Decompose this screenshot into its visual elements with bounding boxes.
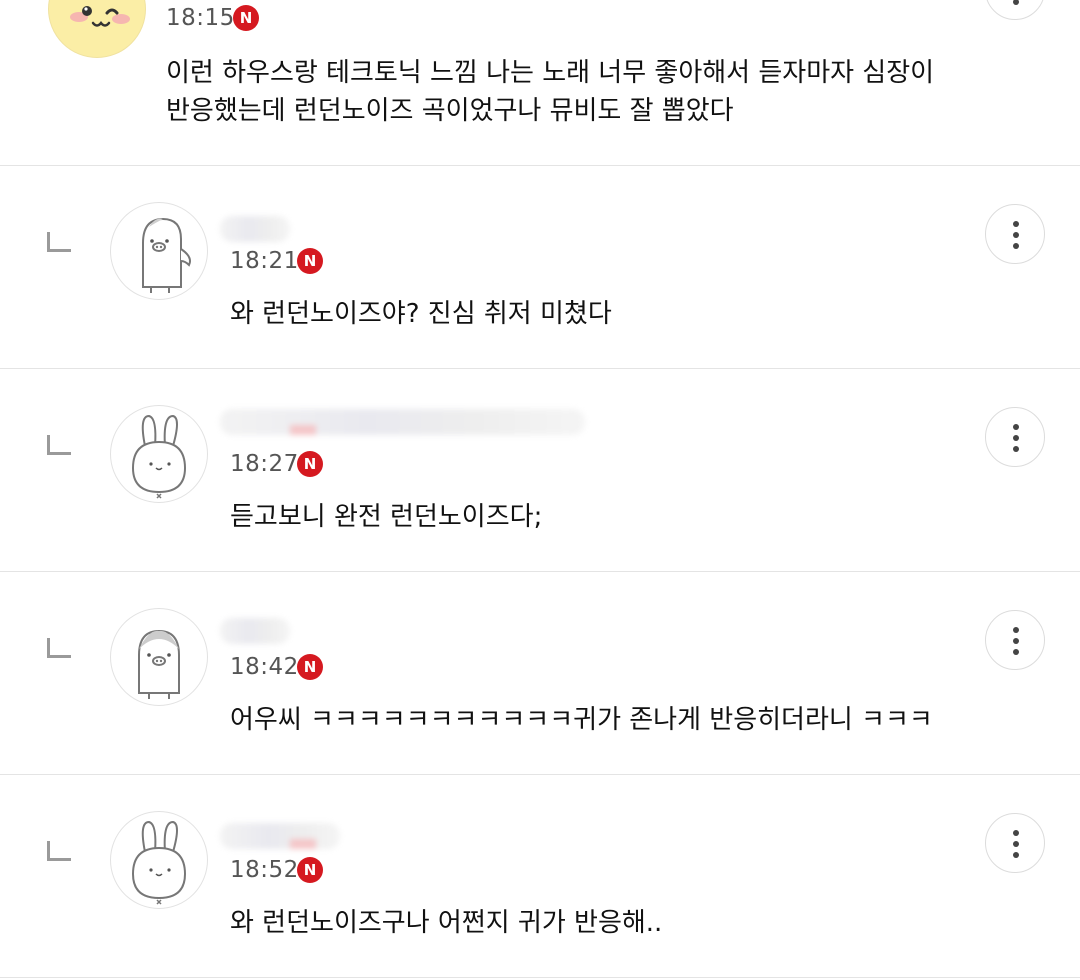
comment-thread: 18:15 N 이런 하우스랑 테크토닉 느낌 나는 노래 너무 좋아해서 듣자… (0, 0, 1080, 980)
comment-text: 이런 하우스랑 테크토닉 느낌 나는 노래 너무 좋아해서 듣자마자 심장이 (166, 58, 935, 88)
author-name-blurred (220, 409, 585, 435)
more-vertical-icon (1013, 0, 1019, 5)
reply-item: 18:21 N 와 런던노이즈야? 진심 취저 미쳤다 (0, 166, 1080, 369)
reply-item: 18:52 N 와 런던노이즈구나 어쩐지 귀가 반응해.. (0, 775, 1080, 978)
bunny-avatar-icon (131, 820, 187, 905)
comment-text: 반응했는데 런던노이즈 곡이었구나 뮤비도 잘 뽑았다 (166, 96, 734, 126)
author-name-blurred (220, 216, 290, 242)
more-options-button[interactable] (985, 204, 1045, 264)
more-options-button[interactable] (985, 813, 1045, 873)
user-avatar[interactable] (110, 811, 208, 909)
reply-arrow-icon (47, 638, 71, 658)
reply-arrow-icon (47, 232, 71, 252)
bunny-avatar-icon (131, 414, 187, 499)
penguin-avatar-icon (142, 217, 191, 293)
comment-time: 18:52 (230, 857, 299, 883)
more-vertical-icon (1013, 424, 1019, 452)
naver-badge-icon: N (233, 5, 259, 31)
more-options-button[interactable] (985, 407, 1045, 467)
penguin-avatar-icon (138, 629, 180, 699)
author-name-blurred (220, 618, 290, 644)
naver-badge-icon: N (297, 654, 323, 680)
reply-arrow-icon (47, 435, 71, 455)
more-vertical-icon (1013, 627, 1019, 655)
user-avatar[interactable] (110, 405, 208, 503)
more-vertical-icon (1013, 830, 1019, 858)
reply-arrow-icon (47, 841, 71, 861)
naver-badge-icon: N (297, 451, 323, 477)
reply-item: 18:27 N 듣고보니 완전 런던노이즈다; (0, 369, 1080, 572)
reply-item: 18:42 N 어우씨 ㅋㅋㅋㅋㅋㅋㅋㅋㅋㅋㅋ귀가 존나게 반응히더라니 ㅋㅋㅋ (0, 572, 1080, 775)
comment-text: 와 런던노이즈구나 어쩐지 귀가 반응해.. (230, 908, 663, 938)
user-avatar[interactable] (110, 202, 208, 300)
more-options-button[interactable] (985, 0, 1045, 20)
yellow-smile-avatar-icon (70, 6, 130, 27)
comment-time: 18:42 (230, 654, 299, 680)
comment-time: 18:21 (230, 248, 299, 274)
user-avatar[interactable] (48, 0, 146, 58)
comment-text: 어우씨 ㅋㅋㅋㅋㅋㅋㅋㅋㅋㅋㅋ귀가 존나게 반응히더라니 ㅋㅋㅋ (230, 705, 933, 735)
naver-badge-icon: N (297, 857, 323, 883)
comment-text: 와 런던노이즈야? 진심 취저 미쳤다 (230, 299, 612, 329)
comment-time: 18:15 (166, 5, 235, 31)
comment-item: 18:15 N 이런 하우스랑 테크토닉 느낌 나는 노래 너무 좋아해서 듣자… (0, 0, 1080, 166)
more-vertical-icon (1013, 221, 1019, 249)
comment-time: 18:27 (230, 451, 299, 477)
user-avatar[interactable] (110, 608, 208, 706)
naver-badge-icon: N (297, 248, 323, 274)
more-options-button[interactable] (985, 610, 1045, 670)
author-name-blurred (220, 823, 340, 849)
comment-text: 듣고보니 완전 런던노이즈다; (230, 502, 543, 532)
